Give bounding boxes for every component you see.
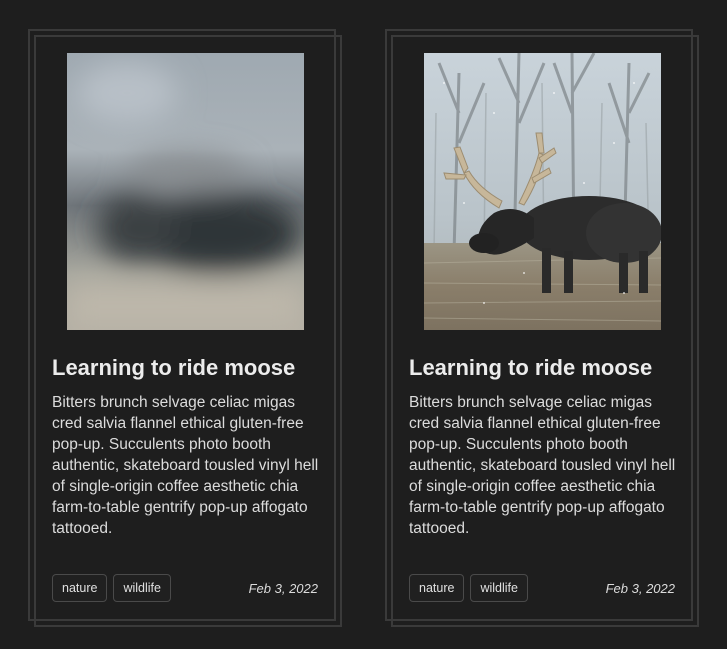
card-image-blurred: [67, 53, 304, 330]
tag-wildlife[interactable]: wildlife: [113, 574, 171, 602]
card-image-moose: [424, 53, 661, 330]
card-title[interactable]: Learning to ride moose: [409, 355, 652, 381]
card-body-text: Bitters brunch selvage celiac migas cred…: [52, 394, 319, 537]
page: Learning to ride moose Bitters brunch se…: [0, 0, 727, 649]
tag-list: nature wildlife: [52, 574, 171, 602]
tag-nature[interactable]: nature: [409, 574, 465, 602]
tag-list: nature wildlife: [409, 574, 528, 602]
card-title[interactable]: Learning to ride moose: [52, 355, 295, 381]
card-date: Feb 3, 2022: [248, 581, 318, 596]
article-card[interactable]: Learning to ride moose Bitters brunch se…: [385, 29, 693, 621]
tag-wildlife[interactable]: wildlife: [470, 574, 528, 602]
article-card[interactable]: Learning to ride moose Bitters brunch se…: [28, 29, 336, 621]
card-date: Feb 3, 2022: [605, 581, 675, 596]
card-body-text: Bitters brunch selvage celiac migas cred…: [409, 394, 676, 537]
tag-nature[interactable]: nature: [52, 574, 108, 602]
